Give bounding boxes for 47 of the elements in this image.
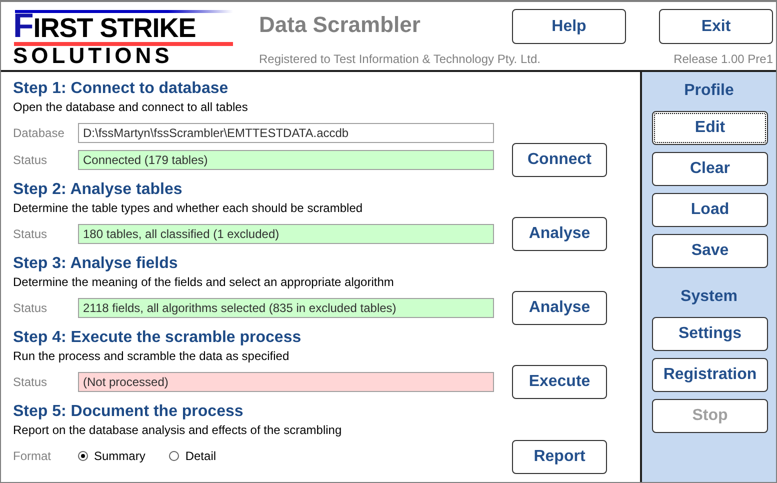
field-label: Status <box>13 301 48 315</box>
logo-subtext: SOLUTIONS <box>13 46 174 66</box>
status-field[interactable]: Connected (179 tables) <box>78 150 494 170</box>
radio-option[interactable]: Detail <box>169 449 216 463</box>
field-label: Database <box>13 126 66 140</box>
action-button[interactable]: Report <box>512 440 607 474</box>
sidebar-button[interactable]: Load <box>652 193 768 227</box>
step-title: Step 1: Connect to database <box>13 79 230 99</box>
step-title: Step 5: Document the process <box>13 402 244 422</box>
header-button[interactable]: Exit <box>659 9 773 44</box>
step-description: Open the database and connect to all tables <box>13 99 249 115</box>
section-heading: Profile <box>684 82 734 100</box>
radio-icon[interactable] <box>78 451 88 461</box>
step-title: Step 2: Analyse tables <box>13 180 184 200</box>
sidebar-button[interactable]: Save <box>652 234 768 268</box>
status-field[interactable]: 2118 fields, all algorithms selected (835 in excluded tables) <box>78 298 494 318</box>
release-text: Release 1.00 Pre1 <box>674 52 773 66</box>
action-button[interactable]: Connect <box>512 143 607 177</box>
field-label: Format <box>13 449 52 463</box>
status-field[interactable]: (Not processed) <box>78 372 494 392</box>
radio-label: Summary <box>94 449 146 463</box>
step-description: Run the process and scramble the data as specified <box>13 348 290 364</box>
radio-option[interactable]: Summary <box>78 449 146 463</box>
field-label: Status <box>13 153 48 167</box>
field-label: Status <box>13 227 48 241</box>
step-description: Determine the meaning of the fields and select an appropriate algorithm <box>13 274 395 290</box>
sidebar-button[interactable]: Registration <box>652 358 768 392</box>
step-description: Report on the database analysis and effects of the scrambling <box>13 422 343 438</box>
action-button[interactable]: Analyse <box>512 291 607 325</box>
radio-label: Detail <box>185 449 216 463</box>
status-field[interactable]: D:\fssMartyn\fssScrambler\EMTTESTDATA.accdb <box>78 123 494 143</box>
action-button[interactable]: Execute <box>512 365 607 399</box>
step-title: Step 3: Analyse fields <box>13 254 179 274</box>
status-field[interactable]: 180 tables, all classified (1 excluded) <box>78 224 494 244</box>
action-button[interactable]: Analyse <box>512 217 607 251</box>
sidebar-button[interactable]: Settings <box>652 317 768 351</box>
step-title: Step 4: Execute the scramble process <box>13 328 302 348</box>
step-description: Determine the table types and whether each should be scrambled <box>13 200 364 216</box>
logo-text: FIRST STRIKE <box>13 13 197 41</box>
app-title: Data Scrambler <box>259 12 420 38</box>
sidebar-button[interactable]: Edit <box>652 111 768 145</box>
section-heading: System <box>680 288 738 306</box>
registration-text: Registered to Test Information & Technology Pty. Ltd. <box>259 52 540 66</box>
radio-icon[interactable] <box>169 451 180 461</box>
field-label: Status <box>13 375 48 389</box>
header-button[interactable]: Help <box>512 9 626 44</box>
sidebar-button[interactable]: Clear <box>652 152 768 186</box>
